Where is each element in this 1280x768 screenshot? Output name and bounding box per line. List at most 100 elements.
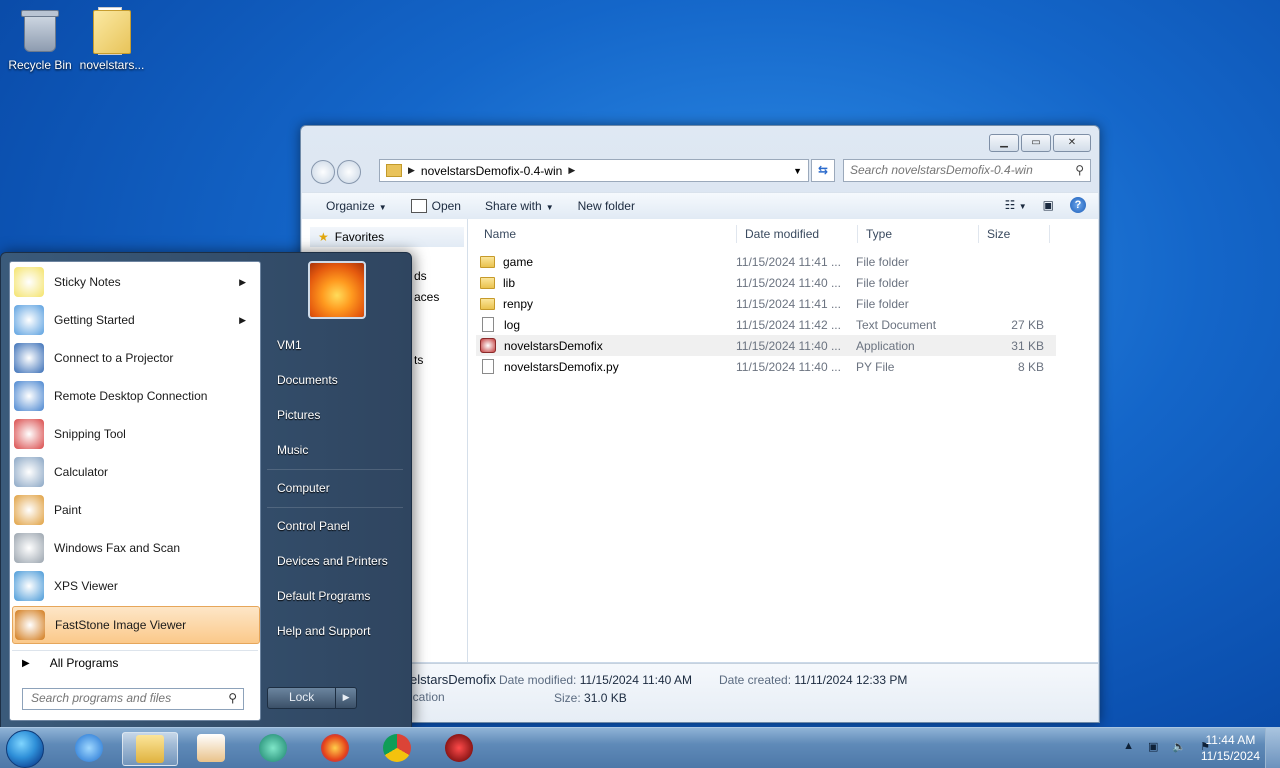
edge-icon	[259, 734, 287, 762]
share-with-button[interactable]: Share with ▼	[485, 199, 554, 213]
start-menu-programs-pane: Sticky Notes ▶ Getting Started ▶ Connect to …	[9, 261, 261, 721]
start-link-vm1[interactable]: VM1	[267, 338, 417, 352]
file-name: lib	[503, 275, 516, 290]
table-row[interactable]: renpy 11/15/2024 11:41 ... File folder	[476, 293, 1056, 314]
view-options-button[interactable]: ☷ ▼	[1005, 198, 1027, 212]
file-date: 11/15/2024 11:41 ...	[736, 296, 841, 311]
submenu-arrow-icon[interactable]: ▶	[239, 315, 246, 326]
network-icon[interactable]: ▣	[1148, 740, 1158, 753]
nav-item-partial[interactable]: ds	[414, 269, 427, 283]
shutdown-options-arrow-icon[interactable]: ▶	[336, 688, 356, 708]
preview-pane-icon[interactable]: ▣	[1043, 198, 1054, 212]
breadcrumb-arrow-icon: ▶	[408, 165, 415, 175]
taskbar-app-red[interactable]	[432, 732, 486, 764]
breadcrumb-arrow-icon[interactable]: ▶	[568, 165, 575, 176]
search-input[interactable]	[844, 160, 1068, 179]
open-button[interactable]: Open	[410, 199, 461, 214]
organize-button[interactable]: Organize ▼	[326, 199, 387, 213]
start-program-xps-viewer[interactable]: XPS Viewer	[12, 568, 258, 604]
help-icon[interactable]: ?	[1070, 197, 1086, 213]
start-link-pictures[interactable]: Pictures	[267, 408, 417, 422]
table-row[interactable]: log 11/15/2024 11:42 ... Text Document 27 K…	[476, 314, 1056, 335]
nav-item-partial[interactable]: ts	[414, 353, 423, 367]
maximize-button[interactable]: ▭	[1021, 134, 1051, 152]
start-link-help-and-support[interactable]: Help and Support	[267, 624, 417, 638]
start-program-snipping-tool[interactable]: Snipping Tool	[12, 416, 258, 452]
breadcrumb-current-folder[interactable]: novelstarsDemofix-0.4-win	[421, 164, 562, 178]
start-link-devices-and-printers[interactable]: Devices and Printers	[267, 554, 417, 568]
start-program-sticky-notes[interactable]: Sticky Notes ▶	[12, 264, 258, 300]
start-link-computer[interactable]: Computer	[267, 481, 417, 495]
recycle-bin-icon	[21, 10, 59, 52]
start-link-music[interactable]: Music	[267, 443, 417, 457]
table-row[interactable]: game 11/15/2024 11:41 ... File folder	[476, 251, 1056, 272]
taskbar-firefox[interactable]	[308, 732, 362, 764]
start-button[interactable]	[6, 730, 44, 768]
clock[interactable]: 11:44 AM 11/15/2024	[1201, 732, 1260, 764]
start-search-box[interactable]: ⚲	[22, 688, 244, 710]
nav-favorites[interactable]: ★ Favorites	[310, 227, 464, 247]
start-link-default-programs[interactable]: Default Programs	[267, 589, 417, 603]
program-icon	[14, 381, 44, 411]
start-link-control-panel[interactable]: Control Panel	[267, 519, 417, 533]
submenu-arrow-icon[interactable]: ▶	[239, 277, 246, 288]
start-menu-separator	[267, 469, 403, 470]
volume-muted-icon[interactable]: 🔈	[1172, 740, 1186, 753]
desktop-icon-novelstars-folder[interactable]: novelstars...	[72, 4, 152, 72]
column-size[interactable]: Size	[979, 225, 1050, 243]
column-type[interactable]: Type	[858, 225, 979, 243]
clock-time: 11:44 AM	[1205, 733, 1256, 747]
nav-item-partial[interactable]: aces	[414, 290, 439, 304]
user-avatar[interactable]	[308, 261, 366, 319]
show-desktop-button[interactable]	[1265, 728, 1280, 768]
column-headers: Name Date modified Type Size	[476, 225, 1050, 243]
taskbar-chrome[interactable]	[370, 732, 424, 764]
program-label: Paint	[54, 503, 82, 517]
start-program-paint[interactable]: Paint	[12, 492, 258, 528]
desktop-icon-recycle-bin[interactable]: Recycle Bin	[0, 4, 80, 72]
program-label: Windows Fax and Scan	[54, 541, 181, 555]
search-box[interactable]: ⚲	[843, 159, 1091, 182]
start-program-windows-fax-and-scan[interactable]: Windows Fax and Scan	[12, 530, 258, 566]
taskbar-media-player[interactable]	[184, 732, 238, 764]
close-button[interactable]: ✕	[1053, 134, 1091, 152]
details-date-modified: 11/15/2024 11:40 AM	[579, 673, 693, 687]
new-folder-button[interactable]: New folder	[578, 199, 635, 213]
all-programs-button[interactable]: ▶ All Programs	[12, 650, 258, 675]
table-row[interactable]: novelstarsDemofix.py 11/15/2024 11:40 ...…	[476, 356, 1056, 377]
start-program-faststone-image-viewer[interactable]: FastStone Image Viewer	[12, 606, 260, 644]
details-file-kind: ication	[410, 690, 445, 704]
address-bar[interactable]: ▶ novelstarsDemofix-0.4-win ▶ ▼	[379, 159, 809, 182]
table-row[interactable]: novelstarsDemofix 11/15/2024 11:40 ... App…	[476, 335, 1056, 356]
taskbar-file-explorer[interactable]	[122, 732, 178, 766]
start-program-connect-to-a-projector[interactable]: Connect to a Projector	[12, 340, 258, 376]
start-program-calculator[interactable]: Calculator	[12, 454, 258, 490]
table-row[interactable]: lib 11/15/2024 11:40 ... File folder	[476, 272, 1056, 293]
lock-button[interactable]: Lock ▶	[267, 687, 357, 709]
start-search-input[interactable]	[23, 689, 229, 707]
taskbar-edge[interactable]	[246, 732, 300, 764]
firefox-icon	[321, 734, 349, 762]
column-date-modified[interactable]: Date modified	[737, 225, 858, 243]
show-hidden-icons-arrow-icon[interactable]: ▲	[1123, 740, 1134, 753]
start-menu: Sticky Notes ▶ Getting Started ▶ Connect to …	[0, 252, 412, 728]
column-name[interactable]: Name	[476, 225, 737, 243]
taskbar: ▲ ▣ 🔈 ⚑ 11:44 AM 11/15/2024	[0, 727, 1280, 768]
folder-icon	[480, 297, 495, 310]
taskbar-internet-explorer[interactable]	[62, 732, 116, 764]
file-date: 11/15/2024 11:40 ...	[736, 275, 841, 290]
folder-icon	[480, 255, 495, 268]
back-button[interactable]	[311, 160, 335, 184]
explorer-window: ▁ ▭ ✕ ▶ novelstarsDemofix-0.4-win ▶ ▼ ⇆ …	[300, 125, 1100, 723]
minimize-button[interactable]: ▁	[989, 134, 1019, 152]
desktop-icon-label: Recycle Bin	[8, 58, 72, 72]
start-program-getting-started[interactable]: Getting Started ▶	[12, 302, 258, 338]
file-type: File folder	[856, 254, 909, 269]
start-link-documents[interactable]: Documents	[267, 373, 417, 387]
file-date: 11/15/2024 11:40 ...	[736, 338, 841, 353]
refresh-button[interactable]: ⇆	[811, 159, 835, 182]
start-program-remote-desktop-connection[interactable]: Remote Desktop Connection	[12, 378, 258, 414]
address-dropdown-icon[interactable]: ▼	[793, 166, 802, 176]
program-label: FastStone Image Viewer	[55, 618, 187, 632]
forward-button[interactable]	[337, 160, 361, 184]
